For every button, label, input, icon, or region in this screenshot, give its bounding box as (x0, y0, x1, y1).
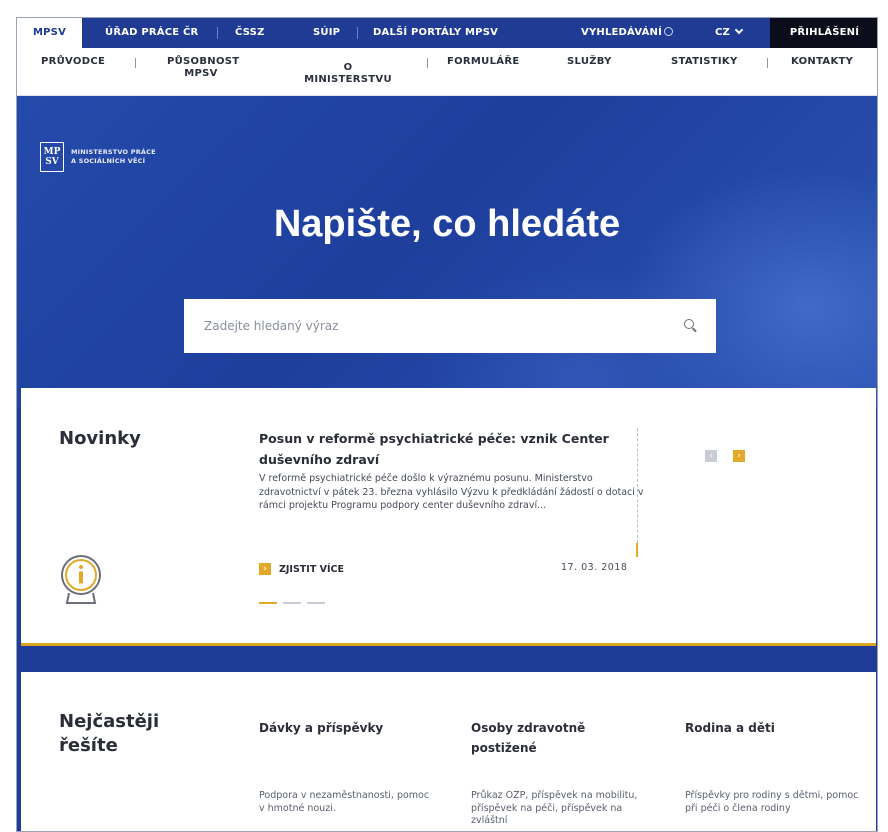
nav-item-statistiky[interactable]: STATISTIKY (671, 56, 738, 68)
topbar-item-suip[interactable]: SÚIP (313, 18, 340, 48)
search-input[interactable] (184, 299, 644, 353)
topic-title: Osoby zdravotně postižené (471, 721, 586, 755)
topbar-separator (357, 27, 358, 39)
nav-item-pusobnost[interactable]: PŮSOBNOST MPSV (167, 56, 239, 80)
topic-card-ozp[interactable]: Osoby zdravotně postižené Průkaz OZP, př… (471, 718, 646, 828)
hero-section: MP SV MINISTERSTVO PRÁCE A SOCIÁLNÍCH VĚ… (17, 96, 877, 408)
topbar-separator (217, 27, 218, 39)
topbar-search-link[interactable]: VYHLEDÁVÁNÍ (581, 18, 674, 48)
browser-viewport: MPSV ÚŘAD PRÁCE ČR ČSSZ SÚIP DALŠÍ PORTÁ… (16, 17, 878, 832)
chevron-down-icon (734, 25, 744, 35)
news-heading: Novinky (59, 428, 141, 449)
news-date: 17. 03. 2018 (561, 562, 628, 573)
nav-item-kontakty[interactable]: KONTAKTY (791, 56, 853, 68)
news-card: Novinky Posun v reformě psychiatrické pé… (21, 388, 876, 646)
logo-mark-bottom: SV (45, 157, 59, 167)
logo-line-2: A SOCIÁLNÍCH VĚCÍ (71, 157, 146, 165)
nav-item-sluzby[interactable]: SLUŽBY (567, 56, 612, 68)
language-selector[interactable]: CZ (715, 18, 744, 48)
login-button[interactable]: PŘIHLÁŠENÍ (770, 18, 877, 48)
read-more-label: ZJISTIT VÍCE (279, 563, 344, 575)
most-common-heading: Nejčastěji řešíte (59, 711, 160, 756)
chevron-right-icon: › (259, 563, 271, 575)
news-article-excerpt: V reformě psychiatrické péče došlo k výr… (259, 473, 644, 511)
main-nav: PRŮVODCE PŮSOBNOST MPSV O MINISTERSTVU F… (17, 48, 877, 96)
topic-title: Dávky a příspěvky (259, 721, 384, 735)
mpsv-logo-icon: MP SV (40, 142, 64, 172)
hero-title: Napište, co hledáte (273, 203, 621, 245)
info-icon (61, 555, 101, 604)
nav-separator (767, 58, 768, 68)
topbar-item-cssz[interactable]: ČSSZ (235, 18, 265, 48)
topic-card-rodina[interactable]: Rodina a děti Příspěvky pro rodiny s dět… (685, 718, 860, 815)
carousel-dot[interactable] (283, 602, 301, 604)
top-bar: MPSV ÚŘAD PRÁCE ČR ČSSZ SÚIP DALŠÍ PORTÁ… (17, 18, 877, 48)
news-divider (637, 428, 638, 548)
topbar-item-dalsi-portaly[interactable]: DALŠÍ PORTÁLY MPSV (373, 18, 498, 48)
carousel-next-button[interactable]: › (733, 450, 745, 462)
search-icon (664, 27, 674, 36)
topic-description: Průkaz OZP, příspěvek na mobilitu, přísp… (471, 790, 638, 826)
nav-item-o-ministerstvu[interactable]: O MINISTERSTVU (299, 62, 397, 86)
language-label: CZ (715, 27, 730, 38)
read-more-link[interactable]: › ZJISTIT VÍCE (259, 563, 344, 575)
topbar-search-label: VYHLEDÁVÁNÍ (581, 27, 663, 38)
search-icon[interactable] (684, 319, 694, 329)
topic-description: Příspěvky pro rodiny s dětmi, pomoc při … (685, 790, 859, 814)
carousel-dot[interactable] (307, 602, 325, 604)
logo-mark-top: MP (43, 147, 61, 157)
topic-card-davky[interactable]: Dávky a příspěvky Podpora v nezaměstnano… (259, 718, 434, 815)
hero-search-box (184, 299, 716, 353)
carousel-dot[interactable] (259, 602, 277, 604)
news-article-title[interactable]: Posun v reformě psychiatrické péče: vzni… (259, 428, 649, 470)
topbar-item-urad-prace[interactable]: ÚŘAD PRÁCE ČR (105, 18, 198, 48)
logo-line-1: MINISTERSTVO PRÁCE (71, 148, 156, 156)
nav-item-formulare[interactable]: FORMULÁŘE (447, 56, 519, 68)
carousel-prev-button[interactable]: ‹ (705, 450, 717, 462)
topic-description: Podpora v nezaměstnanosti, pomoc v hmotn… (259, 790, 430, 814)
topic-title: Rodina a děti (685, 721, 775, 735)
nav-separator (427, 58, 428, 68)
nav-separator (135, 58, 136, 68)
topbar-item-mpsv[interactable]: MPSV (17, 18, 83, 48)
news-divider-accent (636, 543, 638, 557)
carousel-indicators (259, 602, 325, 604)
logo-text: MINISTERSTVO PRÁCE A SOCIÁLNÍCH VĚCÍ (71, 148, 156, 166)
nav-item-pruvodce[interactable]: PRŮVODCE (41, 56, 105, 68)
most-common-section: Nejčastěji řešíte Dávky a příspěvky Podp… (21, 672, 876, 831)
ministry-logo[interactable]: MP SV MINISTERSTVO PRÁCE A SOCIÁLNÍCH VĚ… (40, 142, 156, 172)
